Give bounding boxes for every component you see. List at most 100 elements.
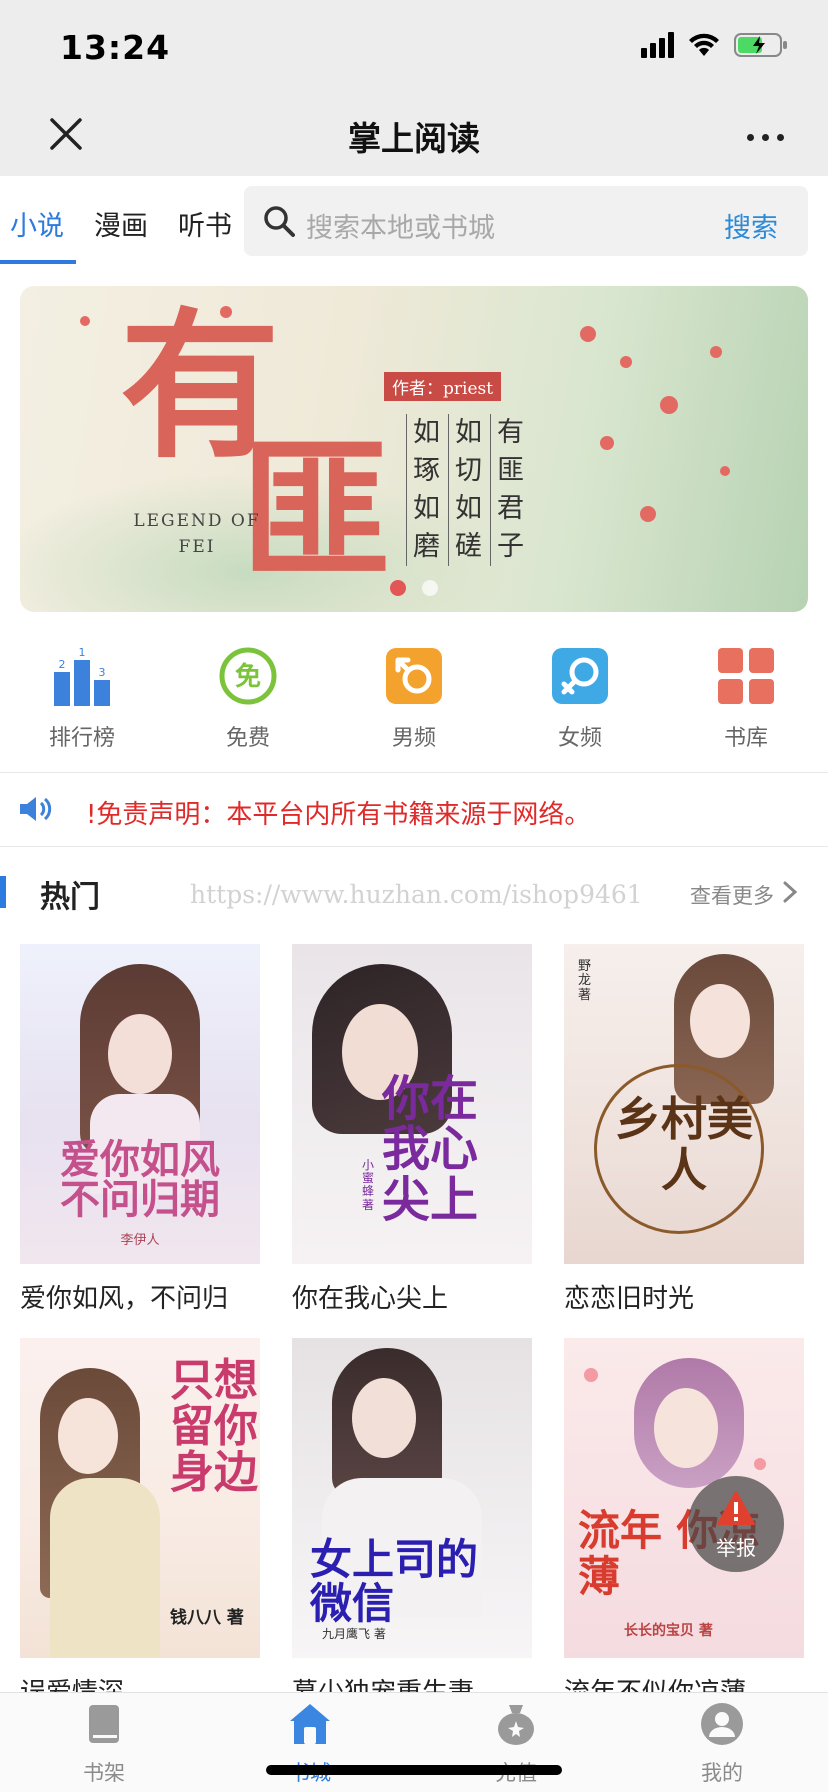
cover-author: 长长的宝贝 著: [624, 1623, 713, 1639]
quick-entry-free[interactable]: 免 免费: [188, 636, 308, 752]
book-title[interactable]: 爱你如风，不问归: [20, 1278, 260, 1315]
search-icon: [264, 206, 295, 237]
banner-decoration: [710, 346, 722, 358]
book-card[interactable]: 你在我心尖上 小蜜蜂 著 你在我心尖上: [292, 944, 532, 1315]
quick-entry-male[interactable]: 男频: [354, 636, 474, 752]
banner-decoration: [600, 436, 614, 450]
hot-section-header: 热门 https://www.huzhan.com/ishop9461 查看更多: [0, 852, 828, 932]
carousel-dots: [20, 580, 808, 596]
quick-entry-female[interactable]: 女频: [520, 636, 640, 752]
cover-illustration: [690, 984, 750, 1058]
status-time: 13:24: [60, 28, 171, 67]
cover-author: 钱八八 著: [170, 1608, 244, 1628]
cover-title: 你在我心尖上: [382, 1071, 479, 1228]
search-input[interactable]: 搜索本地或书城: [306, 206, 495, 245]
cover-author: 野龙 著: [578, 959, 592, 1003]
battery-icon: [734, 33, 787, 57]
quick-entry-label: 免费: [225, 726, 270, 751]
chevron-right-icon[interactable]: [782, 880, 798, 904]
section-marker: [0, 876, 6, 908]
quick-entry-label: 男频: [391, 726, 436, 751]
book-cover[interactable]: 你在我心尖上 小蜜蜂 著: [292, 944, 532, 1264]
quick-entries: 2 1 3 排行榜 免 免费 男频 女频 书库: [0, 636, 828, 766]
status-bar: 13:24: [0, 0, 828, 100]
cover-illustration: [352, 1378, 416, 1458]
more-options-icon[interactable]: [747, 134, 784, 141]
category-tabs: 小说 漫画 听书 搜索本地或书城 搜索: [0, 176, 828, 266]
bottom-tab-bar: 书架 书城 充值 我的: [0, 1692, 828, 1792]
tab-audiobook[interactable]: 听书: [178, 204, 232, 243]
carousel-dot[interactable]: [422, 580, 438, 596]
book-card[interactable]: 只想留你身边 钱八八 著 误爱情深: [20, 1338, 260, 1709]
banner-decoration: [80, 316, 90, 326]
cover-illustration: [654, 1388, 718, 1468]
quick-entry-label: 书库: [723, 726, 768, 751]
promo-banner[interactable]: 有 匪 LEGEND OF FEI 作者：priest 有匪君子 如切如磋 如琢…: [20, 286, 808, 612]
quick-entry-library[interactable]: 书库: [686, 636, 806, 752]
book-card[interactable]: 爱你如风 不问归期 李伊人 爱你如风，不问归: [20, 944, 260, 1315]
nav-bar: 掌上阅读: [0, 100, 828, 176]
profile-icon: [701, 1703, 743, 1745]
cellular-signal-icon: [641, 32, 674, 58]
book-cover[interactable]: 女上司的微信 九月鹰飞 著: [292, 1338, 532, 1658]
library-icon: [718, 648, 774, 704]
active-tab-indicator: [0, 260, 76, 264]
book-cover[interactable]: 爱你如风 不问归期 李伊人: [20, 944, 260, 1264]
carousel-dot[interactable]: [390, 580, 406, 596]
book-cover[interactable]: 只想留你身边 钱八八 著: [20, 1338, 260, 1658]
home-indicator[interactable]: [266, 1765, 562, 1775]
report-button[interactable]: 举报: [688, 1476, 784, 1572]
disclaimer-notice: !免责声明：本平台内所有书籍来源于网络。: [0, 774, 828, 846]
recharge-icon: [498, 1705, 534, 1745]
cover-title: 乡村美人: [615, 1092, 753, 1197]
book-card[interactable]: 女上司的微信 九月鹰飞 著 慕少独宠重生妻: [292, 1338, 532, 1709]
banner-decoration: [640, 506, 656, 522]
tab-label: 书架: [83, 1761, 125, 1785]
book-title[interactable]: 你在我心尖上: [292, 1278, 532, 1315]
book-cover[interactable]: 乡村美人 野龙 著: [564, 944, 804, 1264]
cover-illustration: [50, 1478, 160, 1658]
banner-verse: 有匪君子: [490, 414, 530, 566]
tab-comic[interactable]: 漫画: [94, 204, 148, 243]
male-icon: [386, 648, 442, 704]
banner-author: 作者：priest: [384, 372, 502, 401]
divider: [0, 846, 828, 847]
tab-label: 我的: [701, 1761, 743, 1785]
bookshelf-icon: [89, 1705, 119, 1743]
divider: [0, 772, 828, 773]
see-more-link[interactable]: 查看更多: [690, 880, 774, 910]
svg-text:2: 2: [59, 658, 66, 671]
tab-bookshelf[interactable]: 书架: [44, 1701, 164, 1787]
cover-title: 只想留你身边: [170, 1355, 258, 1499]
svg-text:1: 1: [79, 646, 86, 659]
banner-verse: 如琢如磨: [406, 414, 446, 566]
banner-english-title: LEGEND OF FEI: [133, 511, 261, 557]
book-card[interactable]: 乡村美人 野龙 著 恋恋旧时光: [564, 944, 804, 1315]
banner-decoration: [720, 466, 730, 476]
cover-illustration: [108, 1014, 172, 1094]
cover-title: 女上司的微信: [310, 1535, 479, 1629]
cover-illustration: [584, 1368, 598, 1382]
tab-novel[interactable]: 小说: [10, 204, 64, 243]
quick-entry-label: 女频: [557, 726, 602, 751]
quick-entry-label: 排行榜: [48, 726, 115, 751]
bookstore-icon: [290, 1704, 330, 1744]
banner-title: 匪: [240, 423, 391, 599]
svg-text:免: 免: [235, 661, 261, 692]
report-label: 举报: [716, 1536, 756, 1560]
free-icon: 免: [219, 647, 277, 705]
notice-text: !免责声明：本平台内所有书籍来源于网络。: [86, 800, 591, 830]
cover-author: 李伊人: [120, 1233, 160, 1248]
search-box[interactable]: 搜索本地或书城 搜索: [244, 186, 808, 256]
banner-verse: 如切如磋: [448, 414, 488, 566]
cover-author: 小蜜蜂 著: [362, 1158, 375, 1212]
search-button[interactable]: 搜索: [724, 206, 778, 245]
wifi-icon: [689, 33, 719, 56]
tab-profile[interactable]: 我的: [662, 1701, 782, 1787]
page-title: 掌上阅读: [348, 119, 480, 158]
quick-entry-ranking[interactable]: 2 1 3 排行榜: [22, 636, 142, 752]
status-icons: [641, 32, 788, 58]
svg-text:3: 3: [99, 666, 106, 679]
watermark: https://www.huzhan.com/ishop9461: [190, 880, 643, 909]
book-title[interactable]: 恋恋旧时光: [564, 1278, 804, 1315]
